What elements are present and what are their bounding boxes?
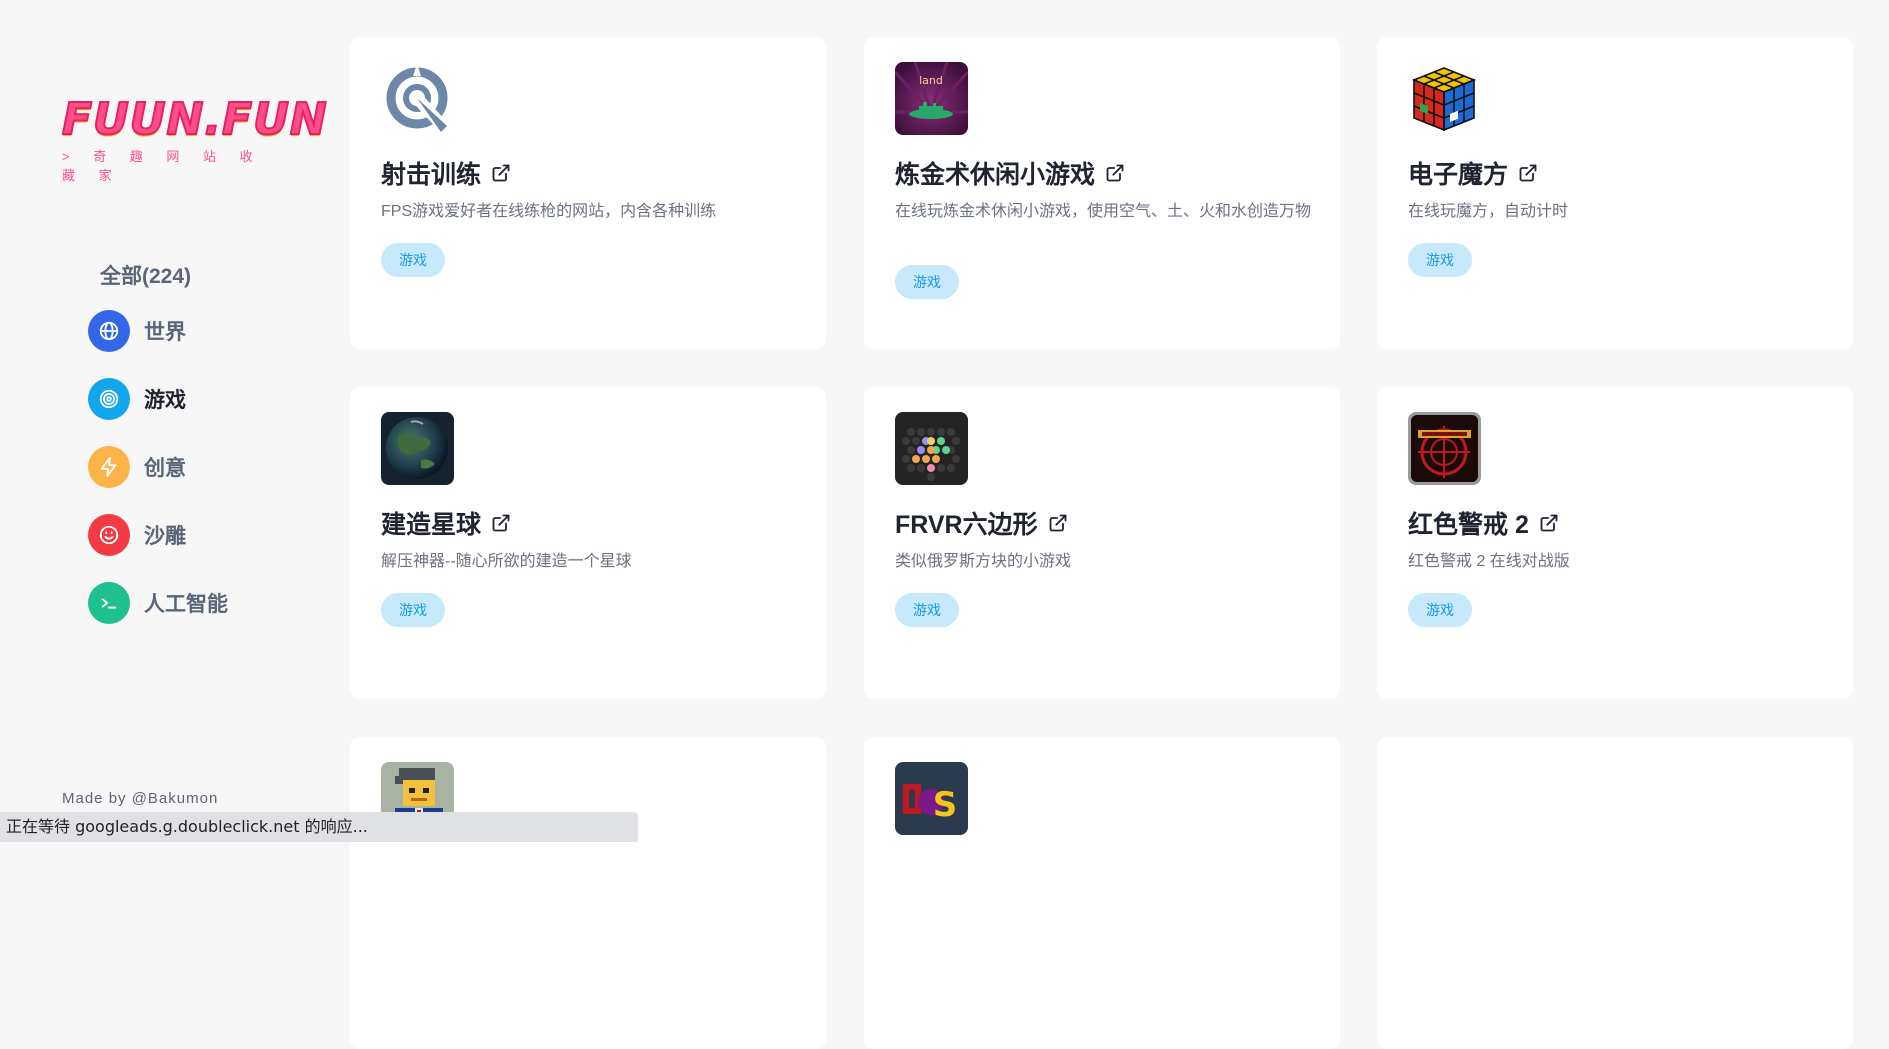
site-card[interactable]: S [864,737,1340,1049]
logo-text: FUUN.FUN [61,94,328,145]
site-card[interactable]: 红色警戒 2 红色警戒 2 在线对战版 游戏 [1377,387,1853,699]
site-card[interactable]: 电子魔方 在线玩魔方，自动计时 游戏 [1377,37,1853,349]
card-description: 解压神器--随心所欲的建造一个星球 [381,553,632,570]
tag-game[interactable]: 游戏 [381,243,445,277]
sidebar-item-funny[interactable]: 沙雕 [88,514,186,556]
tag-game[interactable]: 游戏 [1408,243,1472,277]
sidebar-item-world[interactable]: 世界 [88,310,186,352]
external-link-icon [492,164,510,182]
lightning-icon [88,446,130,488]
rubiks-cube-icon [1408,62,1481,135]
made-by-credit[interactable]: Made by @Bakumon [62,790,218,807]
card-title[interactable]: 射击训练 [381,155,511,191]
red-alert-icon [1408,412,1481,485]
svg-text:land: land [919,74,943,87]
sidebar: FUUN.FUN > 奇 趣 网 站 收 藏 家 全部(224) 世界 游戏 创… [0,0,330,844]
sidebar-item-label: 人工智能 [144,593,228,616]
card-title-text: 炼金术休闲小游戏 [895,161,1096,189]
smiley-icon [88,514,130,556]
sidebar-item-label: 游戏 [144,389,186,412]
target-icon [88,378,130,420]
card-title-text: 电子魔方 [1408,161,1509,189]
site-card[interactable]: 射击训练 FPS游戏爱好者在线练枪的网站，内含各种训练 游戏 [350,37,826,349]
external-link-icon [1049,514,1067,532]
card-title[interactable]: 电子魔方 [1408,155,1538,191]
card-title-text: 射击训练 [381,161,482,189]
tag-game[interactable]: 游戏 [381,593,445,627]
site-logo[interactable]: FUUN.FUN > 奇 趣 网 站 收 藏 家 [61,94,328,184]
external-link-icon [1519,164,1537,182]
terminal-icon [88,582,130,624]
card-description: 在线玩炼金术休闲小游戏，使用空气、土、火和水创造万物 [895,203,1312,220]
sidebar-item-label: 创意 [144,457,186,480]
category-all[interactable]: 全部(224) [100,260,191,290]
browser-status-bar: 正在等待 googleads.g.doubleclick.net 的响应... [0,812,638,842]
card-title[interactable]: 建造星球 [381,505,511,541]
sidebar-item-label: 沙雕 [144,525,186,548]
logo-subtitle: > 奇 趣 网 站 收 藏 家 [62,149,263,183]
card-title-text: 建造星球 [381,511,482,539]
external-link-icon [492,514,510,532]
card-title-text: FRVR六边形 [895,511,1038,539]
dos-logo-icon: S [895,762,968,835]
planet-icon [381,412,454,485]
card-title[interactable]: 红色警戒 2 [1408,505,1559,541]
card-description: 在线玩魔方，自动计时 [1408,203,1569,220]
sidebar-item-creative[interactable]: 创意 [88,446,186,488]
site-card[interactable]: land 炼金术休闲小游戏 在线玩炼金术休闲小游戏，使用空气、土、火和水创造万物… [864,37,1340,349]
card-description: FPS游戏爱好者在线练枪的网站，内含各种训练 [381,203,717,220]
hexagon-grid-icon [895,412,968,485]
tag-game[interactable]: 游戏 [895,265,959,299]
card-description: 类似俄罗斯方块的小游戏 [895,553,1072,570]
alchemy-land-icon: land [895,62,968,135]
site-card[interactable]: FRVR六边形 类似俄罗斯方块的小游戏 游戏 [864,387,1340,699]
sidebar-item-label: 世界 [144,321,186,344]
site-card[interactable] [350,737,826,1049]
svg-text:S: S [933,785,958,825]
globe-icon [88,310,130,352]
crosshair-icon [381,62,454,135]
external-link-icon [1540,514,1558,532]
card-title[interactable]: 炼金术休闲小游戏 [895,155,1125,191]
sidebar-item-ai[interactable]: 人工智能 [88,582,228,624]
sidebar-item-games[interactable]: 游戏 [88,378,186,420]
external-link-icon [1106,164,1124,182]
site-card[interactable]: 建造星球 解压神器--随心所欲的建造一个星球 游戏 [350,387,826,699]
tag-game[interactable]: 游戏 [1408,593,1472,627]
card-title-text: 红色警戒 2 [1408,511,1529,539]
tag-game[interactable]: 游戏 [895,593,959,627]
card-description: 红色警戒 2 在线对战版 [1408,553,1570,570]
card-title[interactable]: FRVR六边形 [895,505,1068,541]
site-card[interactable] [1377,737,1853,1049]
